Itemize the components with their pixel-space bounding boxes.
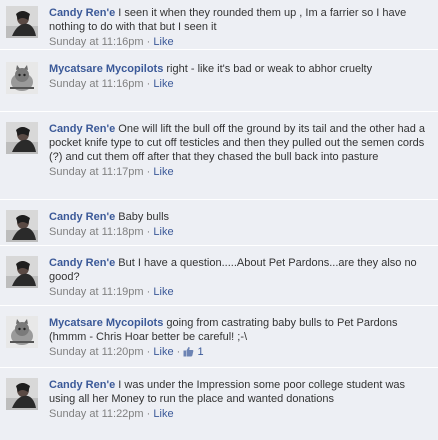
comment-meta: Sunday at 11:20pm · Like · 1 xyxy=(49,345,430,361)
timestamp[interactable]: Sunday at 11:22pm xyxy=(49,408,144,420)
candy-avatar[interactable] xyxy=(6,210,38,242)
comment-meta: Sunday at 11:16pm · Like xyxy=(49,77,430,91)
timestamp[interactable]: Sunday at 11:16pm xyxy=(49,78,144,90)
author-link[interactable]: Mycatsare Mycopilots xyxy=(49,317,163,329)
separator: · xyxy=(146,408,151,420)
separator: · xyxy=(146,78,151,90)
candy-avatar[interactable] xyxy=(6,6,38,38)
comment: Candy Ren'e But I have a question.....Ab… xyxy=(0,246,438,306)
separator: · xyxy=(146,166,151,178)
candy-avatar[interactable] xyxy=(6,256,38,288)
comment-list: Candy Ren'e I seen it when they rounded … xyxy=(0,0,438,440)
separator: · xyxy=(146,226,151,238)
comment: Candy Ren'e One will lift the bull off t… xyxy=(0,112,438,200)
like-link[interactable]: Like xyxy=(153,78,173,90)
timestamp[interactable]: Sunday at 11:19pm xyxy=(49,286,144,298)
separator: · xyxy=(146,286,151,298)
timestamp[interactable]: Sunday at 11:16pm xyxy=(49,36,144,48)
comment: Candy Ren'e I seen it when they rounded … xyxy=(0,0,438,50)
author-link[interactable]: Mycatsare Mycopilots xyxy=(49,63,163,75)
timestamp[interactable]: Sunday at 11:18pm xyxy=(49,226,144,238)
like-link[interactable]: Like xyxy=(153,286,173,298)
like-link[interactable]: Like xyxy=(153,226,173,238)
like-link[interactable]: Like xyxy=(153,36,173,48)
timestamp[interactable]: Sunday at 11:17pm xyxy=(49,166,144,178)
comment: Mycatsare Mycopilots going from castrati… xyxy=(0,306,438,368)
like-count[interactable]: 1 xyxy=(197,346,203,358)
candy-avatar[interactable] xyxy=(6,378,38,410)
comment-meta: Sunday at 11:18pm · Like xyxy=(49,225,430,239)
comment-text: Baby bulls xyxy=(118,211,170,223)
author-link[interactable]: Candy Ren'e xyxy=(49,211,115,223)
like-link[interactable]: Like xyxy=(153,346,173,358)
cat-avatar[interactable] xyxy=(6,316,38,348)
like-link[interactable]: Like xyxy=(153,166,173,178)
like-link[interactable]: Like xyxy=(153,408,173,420)
separator: · xyxy=(146,36,151,48)
comment-text: right - like it's bad or weak to abhor c… xyxy=(166,63,373,75)
author-link[interactable]: Candy Ren'e xyxy=(49,379,115,391)
timestamp[interactable]: Sunday at 11:20pm xyxy=(49,346,144,358)
comment-meta: Sunday at 11:22pm · Like xyxy=(49,407,430,421)
comment-meta: Sunday at 11:17pm · Like xyxy=(49,165,430,179)
author-link[interactable]: Candy Ren'e xyxy=(49,123,115,135)
separator: · xyxy=(176,346,181,358)
separator: · xyxy=(146,346,151,358)
candy-avatar[interactable] xyxy=(6,122,38,154)
comment-meta: Sunday at 11:19pm · Like xyxy=(49,285,430,299)
comment: Candy Ren'e I was under the Impression s… xyxy=(0,368,438,440)
comment: Candy Ren'e Baby bulls Sunday at 11:18pm… xyxy=(0,200,438,246)
author-link[interactable]: Candy Ren'e xyxy=(49,7,115,19)
author-link[interactable]: Candy Ren'e xyxy=(49,257,115,269)
comment-meta: Sunday at 11:16pm · Like xyxy=(49,35,430,49)
comment: Mycatsare Mycopilots right - like it's b… xyxy=(0,50,438,112)
thumbs-up-icon[interactable] xyxy=(183,346,194,361)
cat-avatar[interactable] xyxy=(6,62,38,94)
